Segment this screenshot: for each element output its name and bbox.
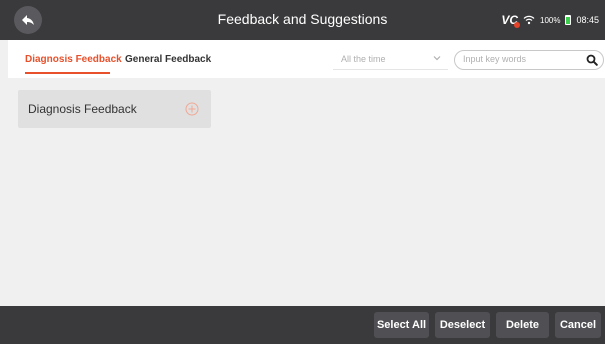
search-icon[interactable]	[586, 54, 598, 66]
tab-diagnosis-feedback[interactable]: Diagnosis Feedback	[25, 54, 122, 65]
add-circle-icon[interactable]	[185, 102, 199, 116]
list-item[interactable]: Diagnosis Feedback	[18, 90, 211, 128]
time-filter-value: All the time	[341, 54, 386, 64]
status-bar: VC 100% 08:45	[501, 13, 599, 28]
tab-bar: Diagnosis Feedback General Feedback All …	[8, 40, 605, 78]
select-all-button[interactable]: Select All	[374, 312, 429, 338]
bottom-bar: Select All Deselect Delete Cancel	[0, 306, 605, 344]
vci-indicator: VC	[501, 13, 520, 28]
deselect-button[interactable]: Deselect	[435, 312, 490, 338]
battery-icon	[565, 15, 572, 25]
search-input[interactable]	[463, 54, 578, 64]
feedback-list: Diagnosis Feedback	[8, 78, 605, 306]
battery-percent: 100%	[540, 15, 561, 25]
cancel-button[interactable]: Cancel	[555, 312, 601, 338]
top-bar: Feedback and Suggestions VC 100% 08:45	[0, 0, 605, 40]
chevron-down-icon	[433, 56, 441, 61]
search-box[interactable]	[454, 50, 604, 70]
time-filter-select[interactable]: All the time	[333, 50, 448, 70]
clock: 08:45	[576, 15, 599, 25]
list-item-label: Diagnosis Feedback	[28, 102, 137, 116]
tab-general-feedback[interactable]: General Feedback	[125, 54, 211, 65]
delete-button[interactable]: Delete	[496, 312, 549, 338]
wifi-icon	[523, 15, 535, 25]
active-tab-indicator	[25, 72, 110, 74]
vci-status-dot	[514, 22, 520, 28]
